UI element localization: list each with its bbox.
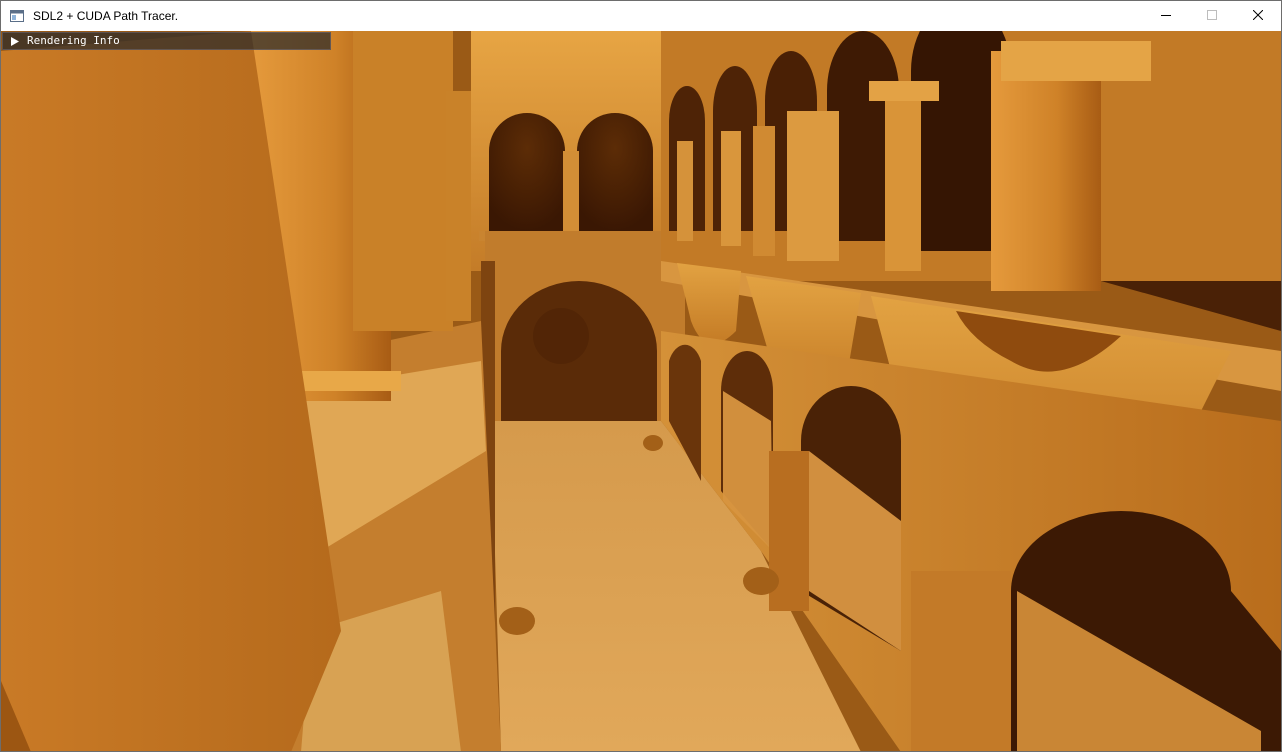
caption-buttons	[1143, 1, 1281, 31]
close-icon	[1252, 7, 1264, 25]
close-button[interactable]	[1235, 1, 1281, 31]
minimize-button[interactable]	[1143, 1, 1189, 31]
maximize-button[interactable]	[1189, 1, 1235, 31]
path-traced-render	[1, 31, 1281, 751]
render-viewport[interactable]	[1, 31, 1281, 751]
title-bar[interactable]: SDL2 + CUDA Path Tracer.	[1, 1, 1281, 31]
app-window-icon	[9, 8, 25, 24]
maximize-icon	[1207, 7, 1217, 25]
triangle-right-icon	[11, 36, 21, 46]
window-title: SDL2 + CUDA Path Tracer.	[33, 9, 179, 23]
app-window: SDL2 + CUDA Path Tracer. Rendering Info	[0, 0, 1282, 752]
rendering-info-panel-header[interactable]: Rendering Info	[2, 32, 331, 50]
rendering-info-label: Rendering Info	[27, 34, 120, 47]
minimize-icon	[1161, 7, 1171, 25]
